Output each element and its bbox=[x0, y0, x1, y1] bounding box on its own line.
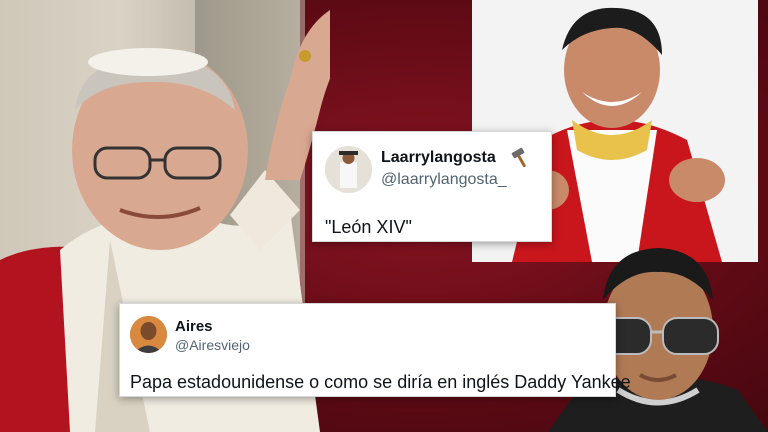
display-name[interactable]: Laarrylangosta bbox=[381, 149, 496, 167]
tweet-card-laarrylangosta[interactable]: Laarrylangosta @laarrylangosta_ "León XI… bbox=[312, 131, 552, 242]
handle[interactable]: @laarrylangosta_ bbox=[381, 171, 507, 189]
avatar-image bbox=[130, 316, 167, 353]
avatar[interactable] bbox=[325, 146, 372, 193]
avatar[interactable] bbox=[130, 316, 167, 353]
hammer-icon bbox=[511, 147, 526, 168]
tweet-text: "León XIV" bbox=[325, 217, 412, 237]
tweet-card-aires[interactable]: Aires @Airesviejo Papa estadounidense o … bbox=[119, 303, 631, 397]
display-name[interactable]: Aires bbox=[175, 318, 213, 335]
tweet-text: Papa estadounidense o como se diría en i… bbox=[130, 372, 631, 392]
avatar-image bbox=[325, 146, 372, 193]
handle[interactable]: @Airesviejo bbox=[175, 337, 250, 353]
